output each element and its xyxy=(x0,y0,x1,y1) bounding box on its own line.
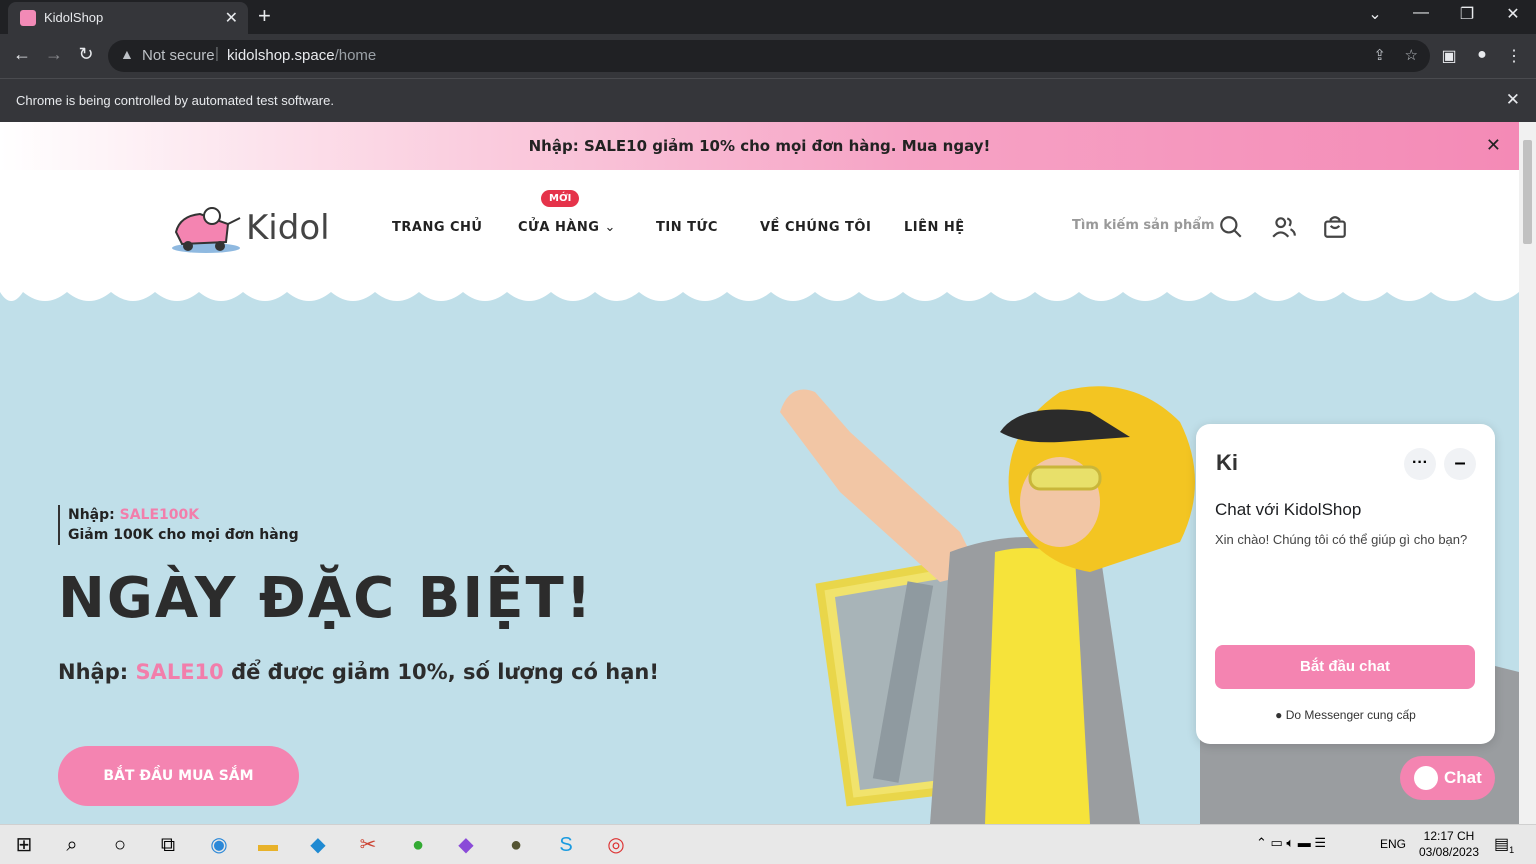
warning-icon: ▲ xyxy=(120,46,134,62)
coupon-desc: Giảm 100K cho mọi đơn hàng xyxy=(68,527,299,543)
search-input[interactable]: Tìm kiếm sản phẩm xyxy=(1072,218,1242,233)
security-label[interactable]: Not secure xyxy=(142,47,215,64)
nav-home[interactable]: TRANG CHỦ xyxy=(392,220,483,235)
windows-start-icon[interactable]: ⊞ xyxy=(10,831,38,859)
snipping-tool-icon[interactable]: ✂ xyxy=(354,831,382,859)
hero-sub-suffix: để được giảm 10%, số lượng có hạn! xyxy=(223,660,659,684)
minimize-chat-icon[interactable]: – xyxy=(1444,448,1476,480)
stroller-logo-icon xyxy=(172,207,241,253)
hero-sub-prefix: Nhập: xyxy=(58,660,136,684)
hero-sub-code: SALE10 xyxy=(135,660,224,684)
messenger-credit-text: Do Messenger cung cấp xyxy=(1285,708,1416,722)
taskbar-search-icon[interactable]: ⌕ xyxy=(58,831,86,859)
reload-icon[interactable]: ↻ xyxy=(74,44,98,65)
coupon-box: Nhập: SALE100K Giảm 100K cho mọi đơn hàn… xyxy=(58,505,299,545)
coupon-line: Nhập: SALE100K xyxy=(68,505,299,525)
divider: | xyxy=(215,45,219,62)
chat-greeting: Xin chào! Chúng tôi có thể giúp gì cho b… xyxy=(1215,532,1468,547)
profile-icon[interactable]: ● xyxy=(1471,46,1493,64)
scalloped-divider xyxy=(0,282,1519,312)
new-badge: MỚI xyxy=(541,190,580,207)
url-host: kidolshop.space xyxy=(227,47,335,64)
task-view-icon[interactable]: ⧉ xyxy=(154,831,182,859)
browser-tabbar: KidolShop ✕ + ⌄ — ❐ ✕ xyxy=(0,0,1536,34)
minimize-icon[interactable]: — xyxy=(1403,4,1439,22)
messenger-chat-popup: Ki ··· – Chat với KidolShop Xin chào! Ch… xyxy=(1196,424,1495,744)
tray-icons[interactable]: ⌃ ▭ 🔈︎ ▬ ☰ xyxy=(1256,835,1326,851)
account-icon[interactable] xyxy=(1271,214,1297,240)
vscode-icon[interactable]: ◆ xyxy=(304,831,332,859)
address-bar[interactable]: ▲ Not secure | kidolshop.space/home ⇪ ☆ xyxy=(108,40,1430,72)
chat-page-logo: Ki xyxy=(1216,450,1238,475)
nav-contact[interactable]: LIÊN HỆ xyxy=(904,220,965,235)
messenger-icon: ● xyxy=(1275,708,1283,722)
automation-infobar: Chrome is being controlled by automated … xyxy=(0,78,1536,122)
logo-text: Kidol xyxy=(246,208,330,248)
window-close-icon[interactable]: ✕ xyxy=(1495,4,1531,24)
language-indicator[interactable]: ENG xyxy=(1380,837,1406,851)
bookmark-star-icon[interactable]: ☆ xyxy=(1405,46,1418,64)
nav-shop[interactable]: CỬA HÀNG ⌄ xyxy=(518,220,616,235)
notification-count: 1 xyxy=(1509,845,1515,856)
clock-date: 03/08/2023 xyxy=(1418,845,1480,859)
tab-close-icon[interactable]: ✕ xyxy=(225,8,238,28)
messenger-icon xyxy=(1414,766,1438,790)
hero-title: NGÀY ĐẶC BIỆT! xyxy=(58,566,594,631)
share-icon[interactable]: ⇪ xyxy=(1373,46,1386,64)
url-path: /home xyxy=(334,47,377,64)
coupon-code: SALE100K xyxy=(119,507,200,523)
chat-title: Chat với KidolShop xyxy=(1215,500,1362,519)
restore-icon[interactable]: ❐ xyxy=(1449,4,1485,24)
promo-close-icon[interactable]: ✕ xyxy=(1486,122,1501,170)
promo-banner: Nhập: SALE10 giảm 10% cho mọi đơn hàng. … xyxy=(0,122,1519,170)
nav-about[interactable]: VỀ CHÚNG TÔI xyxy=(760,220,871,235)
chrome-icon[interactable]: ◎ xyxy=(602,831,630,859)
page-scrollbar[interactable] xyxy=(1519,122,1536,824)
nav-shop-label: CỬA HÀNG xyxy=(518,220,600,235)
more-options-icon[interactable]: ··· xyxy=(1404,448,1436,480)
app-icon[interactable]: ◉ xyxy=(205,831,233,859)
side-panel-icon[interactable]: ▣ xyxy=(1438,46,1460,66)
search-icon[interactable] xyxy=(1218,214,1244,240)
start-chat-button[interactable]: Bắt đầu chat xyxy=(1215,645,1475,689)
file-explorer-icon[interactable]: ▬ xyxy=(254,831,282,859)
promo-text[interactable]: Nhập: SALE10 giảm 10% cho mọi đơn hàng. … xyxy=(529,137,991,155)
hero-subtitle: Nhập: SALE10 để được giảm 10%, số lượng … xyxy=(58,660,659,684)
app-icon-hy[interactable]: ● xyxy=(404,831,432,859)
app-icon-badge[interactable]: ● xyxy=(502,831,530,859)
site-favicon-icon xyxy=(20,10,36,26)
clock-time: 12:17 CH xyxy=(1423,829,1475,843)
web-page: Nhập: SALE10 giảm 10% cho mọi đơn hàng. … xyxy=(0,122,1519,824)
infobar-close-icon[interactable]: ✕ xyxy=(1506,90,1520,110)
tab-title: KidolShop xyxy=(44,10,104,25)
tab-search-icon[interactable]: ⌄ xyxy=(1357,4,1393,24)
browser-tab[interactable]: KidolShop ✕ xyxy=(8,2,248,34)
new-tab-button[interactable]: + xyxy=(258,3,271,29)
url-text: kidolshop.space/home xyxy=(227,47,376,64)
nav-news[interactable]: TIN TỨC xyxy=(656,220,718,235)
start-shopping-button[interactable]: BẮT ĐẦU MUA SẮM xyxy=(58,746,299,806)
chrome-menu-icon[interactable]: ⋮ xyxy=(1503,46,1525,66)
infobar-text: Chrome is being controlled by automated … xyxy=(16,93,334,108)
chat-button[interactable]: Chat xyxy=(1400,756,1495,800)
visual-studio-icon[interactable]: ◆ xyxy=(452,831,480,859)
messenger-credit: ● Do Messenger cung cấp xyxy=(1196,708,1495,722)
forward-icon[interactable]: → xyxy=(42,44,66,65)
cart-icon[interactable] xyxy=(1322,214,1348,240)
chat-button-label: Chat xyxy=(1444,768,1482,787)
windows-taskbar: ⊞ ⌕ ○ ⧉ ◉ ▬ ◆ ✂ ● ◆ ● S ◎ ⌃ ▭ 🔈︎ ▬ ☰ ENG… xyxy=(0,824,1536,864)
skype-icon[interactable]: S xyxy=(552,831,580,859)
back-icon[interactable]: ← xyxy=(10,44,34,65)
cortana-icon[interactable]: ○ xyxy=(106,831,134,859)
notification-icon[interactable]: ▤1 xyxy=(1494,834,1514,855)
coupon-label: Nhập: xyxy=(68,507,120,523)
site-logo[interactable]: Kidol xyxy=(170,202,340,257)
clock[interactable]: 12:17 CH 03/08/2023 xyxy=(1412,828,1486,860)
chevron-down-icon: ⌄ xyxy=(604,220,616,235)
scrollbar-thumb[interactable] xyxy=(1523,140,1532,244)
